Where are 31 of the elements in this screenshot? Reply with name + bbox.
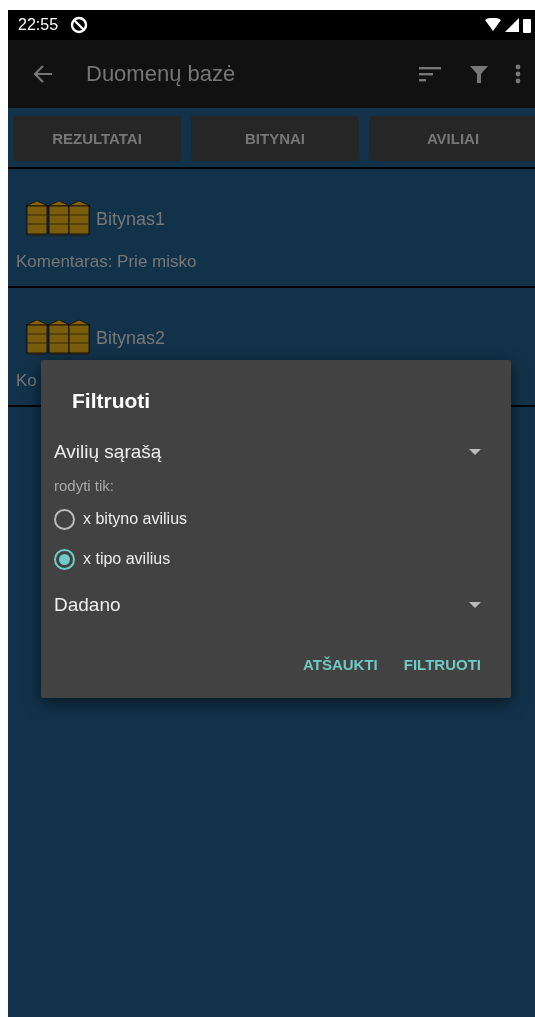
dialog-title: Filtruoti: [72, 389, 152, 413]
dropdown-arrow-icon: [469, 602, 481, 608]
screen-title: Duomenų bazė: [86, 61, 236, 87]
beehives-icon: [26, 319, 90, 357]
status-time: 22:55: [18, 16, 59, 34]
apiary-name: Bitynas2: [96, 327, 166, 349]
tab[interactable]: BITYNAI: [191, 116, 359, 161]
back-icon[interactable]: [32, 63, 54, 85]
tab[interactable]: AVILIAI: [369, 116, 535, 161]
dropdown-arrow-icon: [469, 449, 481, 455]
beehives-icon: [26, 200, 90, 238]
apiary-comment: Ko: [16, 371, 38, 391]
radio-option[interactable]: x tipo avilius: [54, 544, 481, 574]
radio-option[interactable]: x bityno avilius: [54, 504, 481, 534]
dialog-button[interactable]: FILTRUOTI: [399, 652, 485, 677]
list-dropdown[interactable]: Avilių sąrašą: [54, 441, 481, 463]
do-not-disturb-icon: [70, 16, 89, 34]
dialog-button[interactable]: ATŠAUKTI: [299, 652, 382, 677]
sort-icon[interactable]: [419, 65, 443, 83]
filter-hint: rodyti tik:: [54, 477, 115, 494]
radio-button[interactable]: [54, 508, 75, 530]
filter-icon[interactable]: [469, 64, 489, 84]
wifi-icon: [485, 18, 501, 32]
tab[interactable]: REZULTATAI: [13, 116, 181, 161]
type-dropdown[interactable]: Dadano: [54, 594, 481, 616]
more-icon[interactable]: [515, 64, 521, 84]
signal-icon: [505, 18, 519, 32]
battery-icon: [523, 17, 531, 33]
apiary-name: Bitynas1: [96, 208, 166, 230]
radio-button[interactable]: [54, 548, 75, 570]
apiary-comment: Komentaras: Prie misko: [16, 252, 198, 272]
